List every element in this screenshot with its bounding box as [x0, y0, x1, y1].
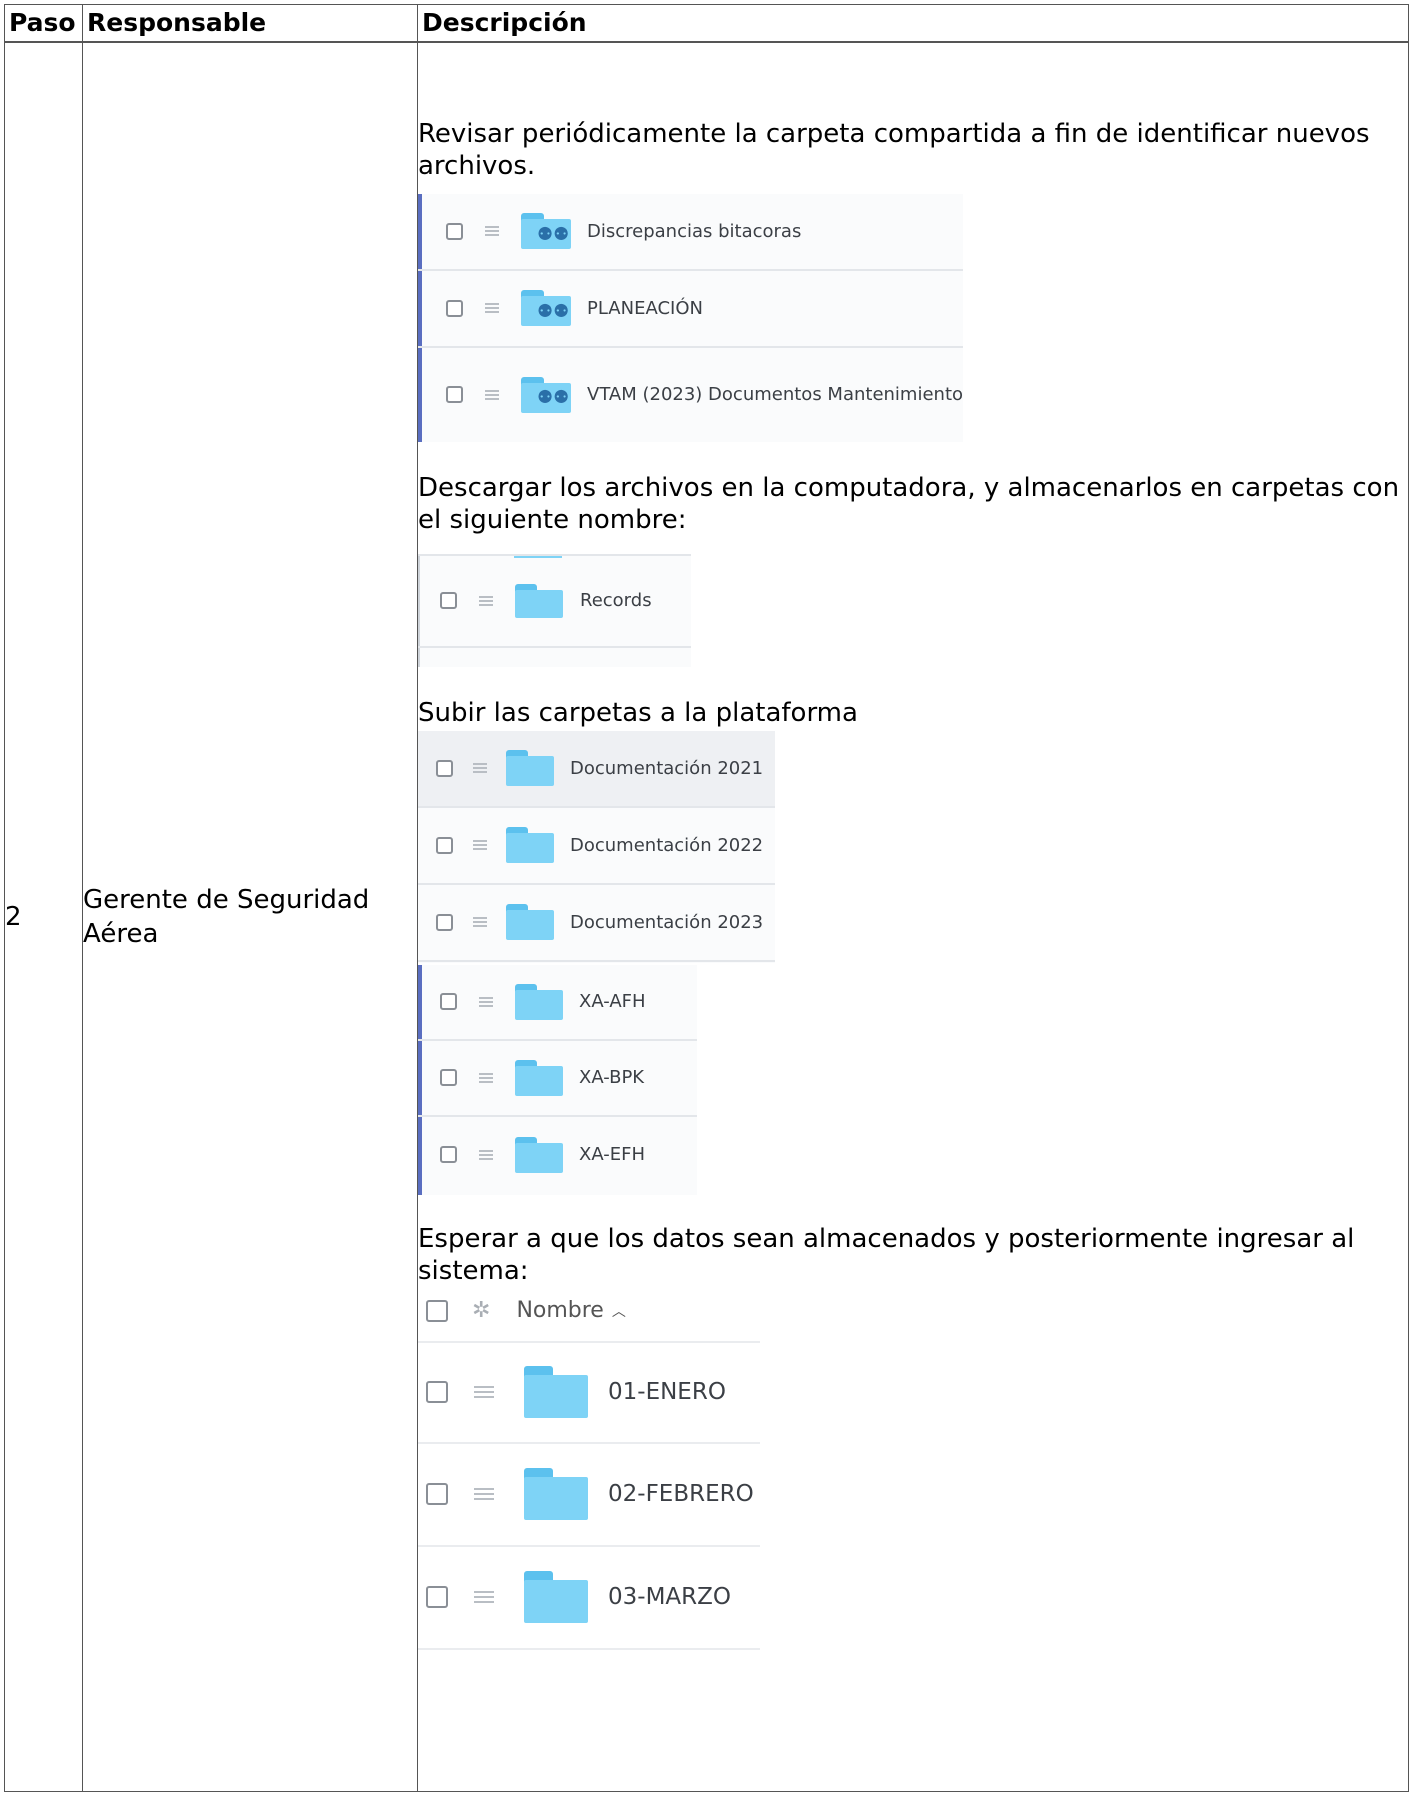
checkbox-icon[interactable]: [426, 1586, 448, 1608]
folder-name[interactable]: VTAM (2023) Documentos Mantenimiento: [587, 384, 963, 405]
checkbox-icon[interactable]: [440, 1069, 457, 1086]
folder-name[interactable]: Documentación 2022: [570, 835, 763, 856]
folder-name[interactable]: Records: [580, 590, 652, 611]
folder-name[interactable]: 03-MARZO: [608, 1584, 731, 1610]
list-item[interactable]: Records: [418, 553, 691, 648]
drag-handle-icon[interactable]: [474, 1386, 494, 1398]
table-header-row: Paso Responsable Descripción: [4, 4, 1409, 43]
chevron-up-icon[interactable]: ︿: [612, 1301, 626, 1321]
drag-handle-icon[interactable]: [485, 389, 499, 400]
folder-icon: [506, 827, 554, 863]
folder-icon: [524, 1571, 588, 1623]
list-item[interactable]: Documentación 2022: [418, 808, 775, 885]
procedure-table: Paso Responsable Descripción 2 Gerente d…: [4, 4, 1409, 1792]
folder-icon: [524, 1366, 588, 1418]
folder-name[interactable]: XA-AFH: [579, 991, 646, 1012]
list-item[interactable]: 03-MARZO: [418, 1547, 760, 1650]
folder-name[interactable]: 02-FEBRERO: [608, 1481, 754, 1507]
list-header: ✲ Nombre ︿: [418, 1281, 760, 1341]
list-item[interactable]: Documentación 2021: [418, 730, 775, 808]
drag-handle-icon[interactable]: [479, 996, 493, 1007]
header-responsable: Responsable: [82, 4, 418, 43]
drag-handle-icon[interactable]: [485, 303, 499, 313]
paragraph-wait: Esperar a que los datos sean almacenados…: [418, 1223, 1355, 1286]
list-item[interactable]: Documentación 2023: [418, 885, 775, 962]
header-descripcion: Descripción: [417, 4, 1409, 43]
drag-handle-icon[interactable]: [479, 1149, 493, 1160]
drag-handle-icon[interactable]: [474, 1488, 494, 1500]
list-item[interactable]: 01-ENERO: [418, 1340, 760, 1444]
header-paso: Paso: [4, 4, 83, 43]
paragraph-upload: Subir las carpetas a la plataforma: [418, 697, 858, 728]
list-item[interactable]: 02-FEBRERO: [418, 1444, 760, 1547]
drag-handle-icon[interactable]: [479, 595, 493, 606]
folder-icon: [515, 1136, 563, 1173]
checkbox-icon[interactable]: [446, 386, 463, 403]
checkbox-icon[interactable]: [426, 1483, 448, 1505]
records-folder-screenshot: Records: [418, 553, 691, 667]
list-item[interactable]: ⚉⚉ VTAM (2023) Documentos Mantenimiento: [418, 348, 963, 442]
list-item[interactable]: XA-AFH: [418, 965, 697, 1041]
checkbox-icon[interactable]: [436, 759, 453, 777]
checkbox-icon[interactable]: [436, 836, 453, 854]
folder-name[interactable]: Documentación 2021: [570, 758, 763, 779]
checkbox-icon[interactable]: [436, 913, 453, 931]
drag-handle-icon[interactable]: [473, 840, 487, 850]
checkbox-icon[interactable]: [440, 993, 457, 1010]
folder-name[interactable]: XA-BPK: [579, 1067, 644, 1088]
system-folder-list-screenshot: ✲ Nombre ︿ 01-ENERO 02-FEBRERO 03-MARZO: [418, 1280, 760, 1717]
paragraph-download: Descargar los archivos en la computadora…: [418, 472, 1400, 535]
folder-icon: [515, 1059, 563, 1096]
checkbox-icon[interactable]: [426, 1381, 448, 1403]
folder-icon: [515, 583, 563, 618]
gear-icon[interactable]: ✲: [472, 1298, 490, 1323]
folder-icon: [506, 750, 554, 786]
folder-name[interactable]: PLANEACIÓN: [587, 298, 703, 319]
column-name-header[interactable]: Nombre: [516, 1298, 603, 1323]
drag-handle-icon[interactable]: [479, 1072, 493, 1083]
table-row: 2 Gerente de Seguridad Aérea Revisar per…: [4, 41, 1409, 1792]
cell-responsable: Gerente de Seguridad Aérea: [82, 41, 418, 1792]
drag-handle-icon[interactable]: [485, 226, 499, 236]
folder-icon: [506, 904, 554, 940]
folder-icon: [524, 1468, 588, 1520]
folder-name[interactable]: XA-EFH: [579, 1144, 645, 1165]
folder-name[interactable]: 01-ENERO: [608, 1379, 726, 1405]
drag-handle-icon[interactable]: [474, 1591, 494, 1603]
documentation-folders-screenshot: Documentación 2021 Documentación 2022 Do…: [418, 730, 775, 963]
shared-folder-icon: ⚉⚉: [521, 213, 571, 249]
folder-name[interactable]: Documentación 2023: [570, 912, 763, 933]
list-item[interactable]: XA-EFH: [418, 1117, 697, 1193]
shared-folder-icon: ⚉⚉: [521, 376, 571, 413]
list-item[interactable]: XA-BPK: [418, 1041, 697, 1117]
shared-folder-icon: ⚉⚉: [521, 290, 571, 326]
cell-descripcion: Revisar periódicamente la carpeta compar…: [417, 41, 1409, 1792]
folder-icon: [515, 983, 563, 1020]
paragraph-review: Revisar periódicamente la carpeta compar…: [418, 118, 1370, 181]
checkbox-icon[interactable]: [440, 592, 457, 609]
list-item[interactable]: ⚉⚉ Discrepancias bitacoras: [418, 194, 963, 271]
select-all-checkbox[interactable]: [426, 1299, 448, 1322]
aircraft-folders-screenshot: XA-AFH XA-BPK XA-EFH: [418, 964, 697, 1195]
folder-name[interactable]: Discrepancias bitacoras: [587, 221, 801, 242]
checkbox-icon[interactable]: [446, 299, 463, 317]
cell-paso: 2: [4, 41, 83, 1792]
drag-handle-icon[interactable]: [473, 763, 487, 773]
shared-folders-screenshot: ⚉⚉ Discrepancias bitacoras ⚉⚉ PLANEACIÓN…: [418, 193, 963, 442]
checkbox-icon[interactable]: [440, 1146, 457, 1163]
drag-handle-icon[interactable]: [473, 917, 487, 927]
checkbox-icon[interactable]: [446, 222, 463, 240]
list-item[interactable]: ⚉⚉ PLANEACIÓN: [418, 271, 963, 348]
